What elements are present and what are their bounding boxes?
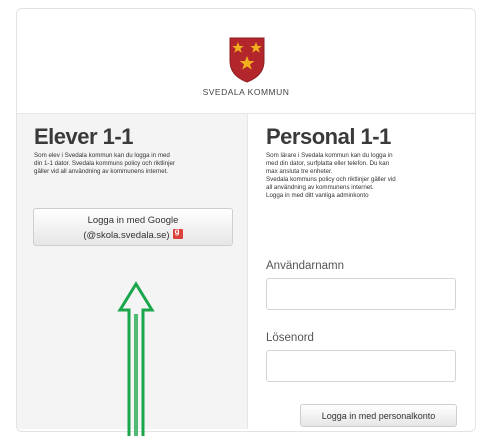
staff-title: Personal 1-1 xyxy=(266,124,391,149)
username-label: Användarnamn xyxy=(266,260,344,272)
staff-description: Som lärare i Svedala kommun kan du logga… xyxy=(266,152,396,199)
brand-name: SVEDALA KOMMUN xyxy=(202,87,290,97)
coat-of-arms-icon xyxy=(229,37,265,83)
google-login-domain-text: (@skola.svedala.se) xyxy=(83,230,170,241)
students-title: Elever 1-1 xyxy=(34,124,133,149)
login-card: SVEDALA KOMMUN Elever 1-1 Som elev i Sve… xyxy=(16,8,476,432)
page-header: SVEDALA KOMMUN xyxy=(17,9,475,113)
password-input[interactable] xyxy=(266,350,456,382)
staff-section: Personal 1-1 Som lärare i Svedala kommun… xyxy=(247,113,475,429)
staff-login-button[interactable]: Logga in med personalkonto xyxy=(300,404,457,427)
google-login-domain: (@skola.svedala.se) xyxy=(34,227,232,241)
google-login-label: Logga in med Google xyxy=(87,215,179,226)
password-label: Lösenord xyxy=(266,332,314,344)
username-input[interactable] xyxy=(266,278,456,310)
google-login-button[interactable]: Logga in med Google (@skola.svedala.se) xyxy=(33,208,233,246)
google-icon xyxy=(172,227,183,239)
green-arrow-up-icon xyxy=(117,281,155,436)
students-description: Som elev i Svedala kommun kan du logga i… xyxy=(34,152,176,175)
